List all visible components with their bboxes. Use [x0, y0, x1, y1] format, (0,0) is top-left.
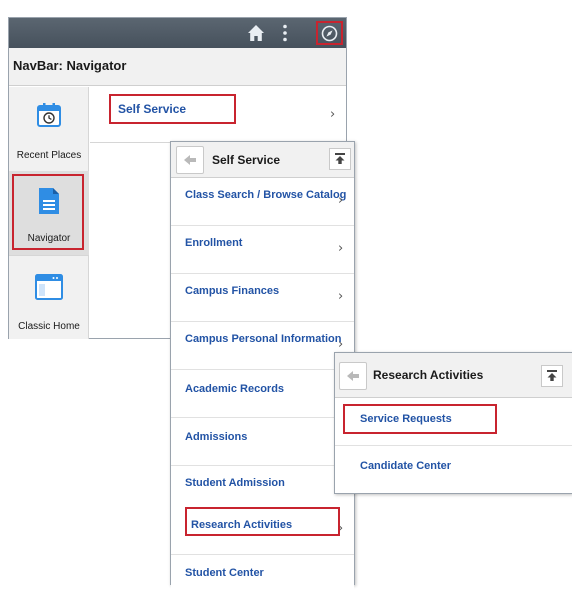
window-icon: [35, 274, 63, 300]
list-item[interactable]: Candidate Center: [335, 446, 572, 493]
panel-header: Research Activities: [335, 353, 572, 398]
list-item[interactable]: Academic Records: [171, 370, 354, 418]
tile-label: Recent Places: [16, 150, 82, 161]
list-item[interactable]: Enrollment ›: [171, 226, 354, 274]
tile-navigator[interactable]: Navigator: [9, 171, 89, 256]
scroll-to-top-button[interactable]: [541, 365, 563, 387]
panel-title: Self Service: [212, 153, 281, 167]
list-item-label: Campus Finances: [185, 285, 280, 297]
list-item-label: Academic Records: [185, 383, 285, 395]
list-item[interactable]: Admissions: [171, 418, 354, 466]
chevron-right-icon: ›: [338, 337, 344, 352]
list-item[interactable]: Student Center: [171, 555, 354, 602]
calendar-clock-icon: [37, 103, 61, 127]
tile-label: Classic Home: [18, 321, 80, 332]
highlight-box: [185, 507, 340, 536]
scroll-to-top-button[interactable]: [329, 148, 351, 170]
panel-header: Self Service: [171, 142, 354, 178]
home-icon[interactable]: [247, 24, 265, 42]
scroll-top-icon: [335, 153, 345, 164]
menu-item-self-service[interactable]: Self Service ›: [90, 87, 346, 143]
back-button[interactable]: [339, 362, 367, 390]
tile-label: Navigator: [27, 233, 71, 244]
list-item-label: Enrollment: [185, 237, 243, 249]
highlight-box: [343, 404, 497, 434]
list-item-label: Student Center: [185, 567, 264, 579]
list-item-label: Class Search / Browse Catalog: [185, 189, 347, 201]
navbar-title: NavBar: Navigator: [13, 58, 127, 73]
chevron-right-icon: ›: [338, 193, 344, 208]
list-item-label: Student Admission: [185, 477, 285, 489]
research-activities-panel: Research Activities Service Requests Can…: [334, 352, 572, 494]
list-item-label: Admissions: [185, 431, 248, 443]
list-item[interactable]: Campus Finances ›: [171, 274, 354, 322]
navigator-icon: [321, 25, 338, 42]
scroll-top-icon: [547, 370, 557, 381]
navbar-button[interactable]: [316, 21, 343, 45]
navbar-side-column: Recent Places Navigator Classic Home: [9, 87, 89, 339]
top-toolbar: [9, 18, 346, 48]
list-item[interactable]: Class Search / Browse Catalog ›: [171, 178, 354, 226]
back-arrow-icon: [347, 371, 359, 381]
chevron-right-icon: ›: [338, 241, 344, 256]
self-service-panel: Self Service Class Search / Browse Catal…: [170, 141, 355, 602]
tile-recent-places[interactable]: Recent Places: [9, 87, 89, 172]
tile-classic-home[interactable]: Classic Home: [9, 255, 89, 339]
back-button[interactable]: [176, 146, 204, 174]
kebab-menu-icon[interactable]: [282, 24, 288, 42]
navbar-header: NavBar: Navigator: [9, 48, 346, 86]
chevron-right-icon: ›: [338, 289, 344, 304]
panel-title: Research Activities: [373, 368, 484, 382]
document-icon: [39, 188, 59, 214]
list-item-label: Campus Personal Information: [185, 333, 342, 345]
list-item-label: Candidate Center: [360, 460, 452, 472]
chevron-right-icon: ›: [330, 107, 336, 122]
back-arrow-icon: [184, 155, 196, 165]
list-item[interactable]: Campus Personal Information ›: [171, 322, 354, 370]
menu-item-label: Self Service: [118, 102, 187, 116]
